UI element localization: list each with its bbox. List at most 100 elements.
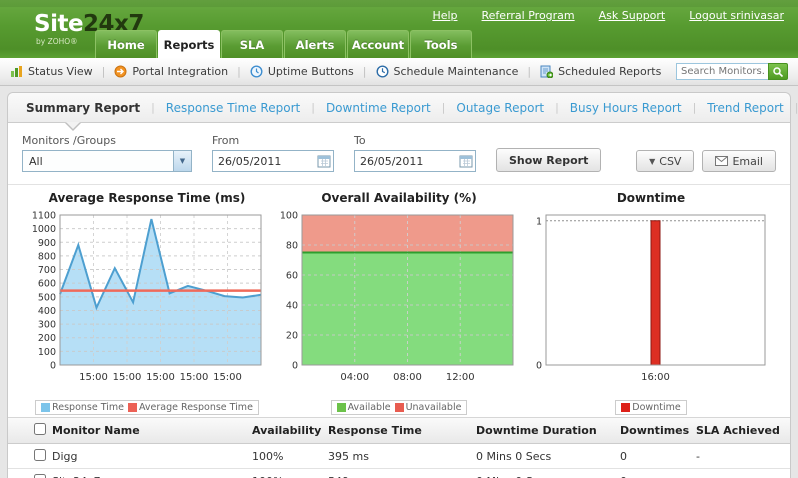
schedule-maintenance-button[interactable]: Schedule Maintenance	[376, 65, 519, 78]
secondary-toolbar: Status View | Portal Integration | Uptim…	[0, 58, 798, 86]
to-date-input[interactable]	[355, 155, 457, 168]
legend-label: Downtime	[632, 402, 680, 413]
email-button[interactable]: Email	[702, 150, 776, 172]
svg-text:900: 900	[38, 238, 56, 249]
monitors-groups-select[interactable]: All ▼	[22, 150, 192, 172]
report-tab-separator: |	[311, 101, 315, 114]
portal-integration-label: Portal Integration	[132, 65, 228, 78]
svg-text:400: 400	[38, 306, 56, 317]
row-checkbox[interactable]	[34, 449, 46, 461]
col-sla-achieved: SLA Achieved	[696, 424, 790, 437]
report-tab-separator: |	[693, 101, 697, 114]
col-monitor-name: Monitor Name	[52, 424, 252, 437]
svg-text:15:00: 15:00	[113, 372, 142, 383]
tab-downtime-report[interactable]: Downtime Report	[326, 101, 431, 115]
csv-dropdown-icon: ▼	[649, 157, 655, 166]
average-response-time-chart-svg: 01002003004005006007008009001000110015:0…	[24, 207, 270, 395]
from-date-field: From	[212, 134, 334, 172]
schedule-maintenance-label: Schedule Maintenance	[394, 65, 519, 78]
availability-cell: 100%	[252, 475, 328, 478]
tab-summary-report[interactable]: Summary Report	[26, 101, 140, 115]
tab-trend-report[interactable]: Trend Report	[707, 101, 783, 115]
show-report-button[interactable]: Show Report	[496, 148, 601, 172]
col-downtimes: Downtimes	[620, 424, 696, 437]
portal-integration-button[interactable]: Portal Integration	[114, 65, 228, 78]
calendar-icon[interactable]	[315, 155, 333, 168]
svg-text:0: 0	[536, 361, 542, 372]
svg-text:100: 100	[38, 347, 56, 358]
chart-legend: Response Time Average Response Time	[24, 400, 270, 415]
svg-text:1000: 1000	[32, 224, 56, 235]
search-button[interactable]	[768, 63, 788, 80]
search-input[interactable]	[676, 63, 768, 80]
referral-program-link[interactable]: Referral Program	[482, 9, 575, 22]
svg-text:15:00: 15:00	[146, 372, 175, 383]
uptime-buttons-icon	[250, 65, 263, 78]
chart-legend: Available Unavailable	[276, 400, 522, 415]
table-header-row: Monitor Name Availability Response Time …	[8, 417, 790, 444]
legend-swatch	[128, 403, 137, 412]
filter-bar: Monitors /Groups All ▼ From	[8, 123, 790, 185]
svg-text:40: 40	[286, 301, 298, 312]
svg-text:20: 20	[286, 331, 298, 342]
logout-link[interactable]: Logout srinivasar	[689, 9, 784, 22]
select-all-checkbox[interactable]	[34, 423, 46, 435]
svg-text:1100: 1100	[32, 211, 56, 222]
monitor-summary-table: Monitor Name Availability Response Time …	[8, 417, 790, 478]
search-icon	[772, 66, 784, 78]
scheduled-reports-label: Scheduled Reports	[558, 65, 661, 78]
legend-swatch	[41, 403, 50, 412]
uptime-buttons-label: Uptime Buttons	[268, 65, 354, 78]
monitors-groups-value: All	[23, 155, 173, 168]
nav-tab-alerts[interactable]: Alerts	[284, 30, 346, 58]
tab-busy-hours-report[interactable]: Busy Hours Report	[570, 101, 682, 115]
email-icon	[715, 156, 728, 166]
schedule-maintenance-icon	[376, 65, 389, 78]
uptime-buttons-button[interactable]: Uptime Buttons	[250, 65, 354, 78]
downtime-duration-cell: 0 Mins 0 Secs	[476, 450, 620, 463]
from-label: From	[212, 134, 334, 147]
status-view-icon	[10, 65, 23, 78]
brand-left: Site	[34, 11, 83, 37]
legend-label: Available	[348, 402, 391, 413]
table-row: Digg 100% 395 ms 0 Mins 0 Secs 0 -	[8, 444, 790, 469]
portal-integration-icon	[114, 65, 127, 78]
status-view-button[interactable]: Status View	[10, 65, 93, 78]
row-checkbox-cell	[8, 474, 52, 478]
svg-text:0: 0	[50, 361, 56, 372]
nav-tab-sla[interactable]: SLA	[221, 30, 283, 58]
legend-item: Average Response Time	[128, 402, 253, 413]
chart-title: Average Response Time (ms)	[24, 191, 270, 207]
charts-row: Average Response Time (ms) 0100200300400…	[8, 185, 790, 415]
chart-title: Downtime	[528, 191, 774, 207]
legend-swatch	[395, 403, 404, 412]
monitor-name-cell: Site24x7	[52, 475, 252, 478]
legend-label: Response Time	[52, 402, 124, 413]
overall-availability-chart: Overall Availability (%) 02040608010004:…	[276, 191, 522, 415]
report-tab-separator: |	[442, 101, 446, 114]
row-checkbox[interactable]	[34, 474, 46, 478]
ask-support-link[interactable]: Ask Support	[599, 9, 666, 22]
csv-button[interactable]: ▼CSV	[636, 150, 694, 172]
nav-tab-reports[interactable]: Reports	[158, 30, 220, 58]
tab-response-time-report[interactable]: Response Time Report	[166, 101, 300, 115]
average-response-time-chart: Average Response Time (ms) 0100200300400…	[24, 191, 270, 415]
sla-achieved-cell: -	[696, 450, 790, 463]
legend-item: Response Time	[41, 402, 124, 413]
nav-tab-tools[interactable]: Tools	[410, 30, 472, 58]
legend-label: Unavailable	[406, 402, 462, 413]
legend-item: Unavailable	[395, 402, 462, 413]
overall-availability-chart-svg: 02040608010004:0008:0012:00	[276, 207, 522, 395]
nav-tab-account[interactable]: Account	[347, 30, 409, 58]
from-date-input[interactable]	[213, 155, 315, 168]
legend-item: Downtime	[621, 402, 680, 413]
scheduled-reports-button[interactable]: Scheduled Reports	[540, 65, 661, 78]
tab-outage-report[interactable]: Outage Report	[456, 101, 544, 115]
nav-tab-home[interactable]: Home	[95, 30, 157, 58]
toolbar-separator: |	[527, 65, 531, 78]
report-tabs-bar: Summary Report | Response Time Report | …	[8, 93, 790, 123]
calendar-icon[interactable]	[457, 155, 475, 168]
help-link[interactable]: Help	[432, 9, 457, 22]
report-tab-separator: |	[555, 101, 559, 114]
monitors-groups-field: Monitors /Groups All ▼	[22, 134, 192, 172]
